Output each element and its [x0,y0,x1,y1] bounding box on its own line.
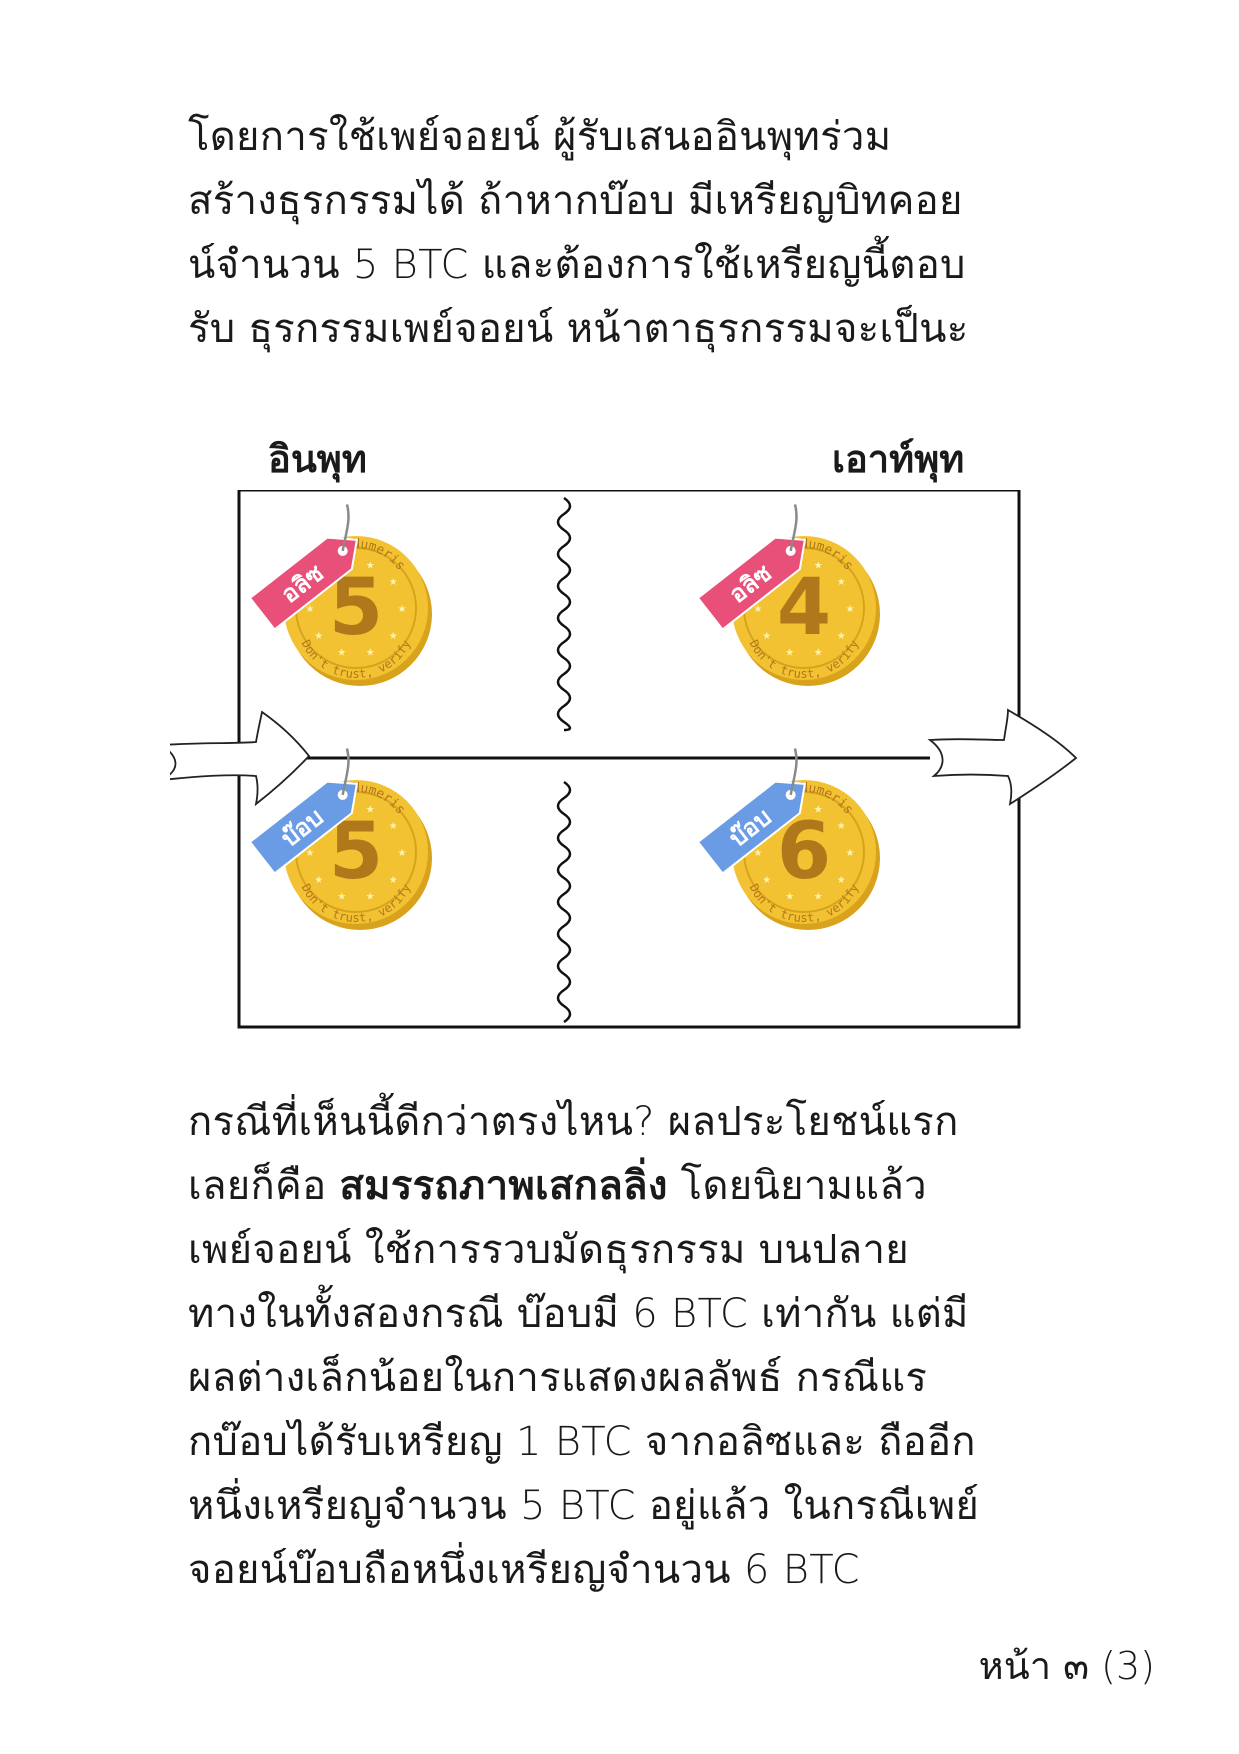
wavy-separator-bottom [556,780,572,1024]
intro-line: น์จำนวน 5 BTC และต้องการใช้เหรียญนี้ตอบ [188,242,966,288]
star-icon: ★ [754,848,763,859]
star-icon: ★ [389,821,398,832]
explanation-paragraph: กรณีที่เห็นนี้ดีกว่าตรงไหน? ผลประโยชน์แร… [188,1090,1088,1602]
star-icon: ★ [306,604,315,615]
intro-line: โดยการใช้เพย์จอยน์ ผู้รับเสนออินพุทร่วม [188,114,892,160]
page-number: หน้า ๓ (3) [978,1644,1155,1688]
star-icon: ★ [306,848,315,859]
output-label: เอาท์พุท [832,437,965,481]
wavy-separator-top [556,496,572,732]
coin-input-alice: ★★★★★★★★★★Vires NumerisDon't trust, veri… [248,504,432,686]
explanation-text: เลยก็คือ [188,1163,340,1209]
star-icon: ★ [762,631,771,642]
intro-line: สร้างธุรกรรมได้ ถ้าหากบ๊อบ มีเหรียญบิทคอ… [188,178,963,224]
explanation-line: กรณีที่เห็นนี้ดีกว่าตรงไหน? ผลประโยชน์แร… [188,1099,959,1145]
intro-paragraph: โดยการใช้เพย์จอยน์ ผู้รับเสนออินพุทร่วม … [188,105,1088,361]
explanation-line: หนึ่งเหรียญจำนวน 5 BTC อยู่แล้ว ในกรณีเพ… [188,1483,980,1529]
star-icon: ★ [837,875,846,886]
star-icon: ★ [837,821,846,832]
star-icon: ★ [837,631,846,642]
explanation-text: โดยนิยามแล้ว [667,1163,927,1209]
explanation-line: จอยน์บ๊อบถือหนึ่งเหรียญจำนวน 6 BTC [188,1547,860,1593]
star-icon: ★ [762,875,771,886]
star-icon: ★ [846,604,855,615]
explanation-line: ทางในทั้งสองกรณี บ๊อบมี 6 BTC เท่ากัน แต… [188,1291,969,1337]
bold-term: สมรรถภาพเสกลลิ่ง [339,1163,668,1209]
star-icon: ★ [398,604,407,615]
intro-line: รับ ธุรกรรมเพย์จอยน์ หน้าตาธุรกรรมจะเป็น… [188,306,969,352]
explanation-line: เพย์จอยน์ ใช้การรวบมัดธุรกรรม บนปลาย [188,1227,909,1273]
coin-output-alice: ★★★★★★★★★★Vires NumerisDon't trust, veri… [696,504,880,686]
star-icon: ★ [389,875,398,886]
coin-output-bob: ★★★★★★★★★★Vires NumerisDon't trust, veri… [696,748,880,930]
star-icon: ★ [314,875,323,886]
star-icon: ★ [837,577,846,588]
star-icon: ★ [398,848,407,859]
transaction-diagram: ★★★★★★★★★★Vires NumerisDon't trust, veri… [170,490,1078,1029]
star-icon: ★ [846,848,855,859]
output-arrow-icon [927,708,1078,806]
input-label: อินพุท [268,437,367,481]
star-icon: ★ [754,604,763,615]
star-icon: ★ [314,631,323,642]
explanation-line: ผลต่างเล็กน้อยในการแสดงผลลัพธ์ กรณีแร [188,1355,928,1401]
star-icon: ★ [389,631,398,642]
explanation-line: เลยก็คือ สมรรถภาพเสกลลิ่ง โดยนิยามแล้ว [188,1154,1088,1218]
star-icon: ★ [389,577,398,588]
explanation-line: กบ๊อบได้รับเหรียญ 1 BTC จากอลิซและ ถืออี… [188,1419,976,1465]
